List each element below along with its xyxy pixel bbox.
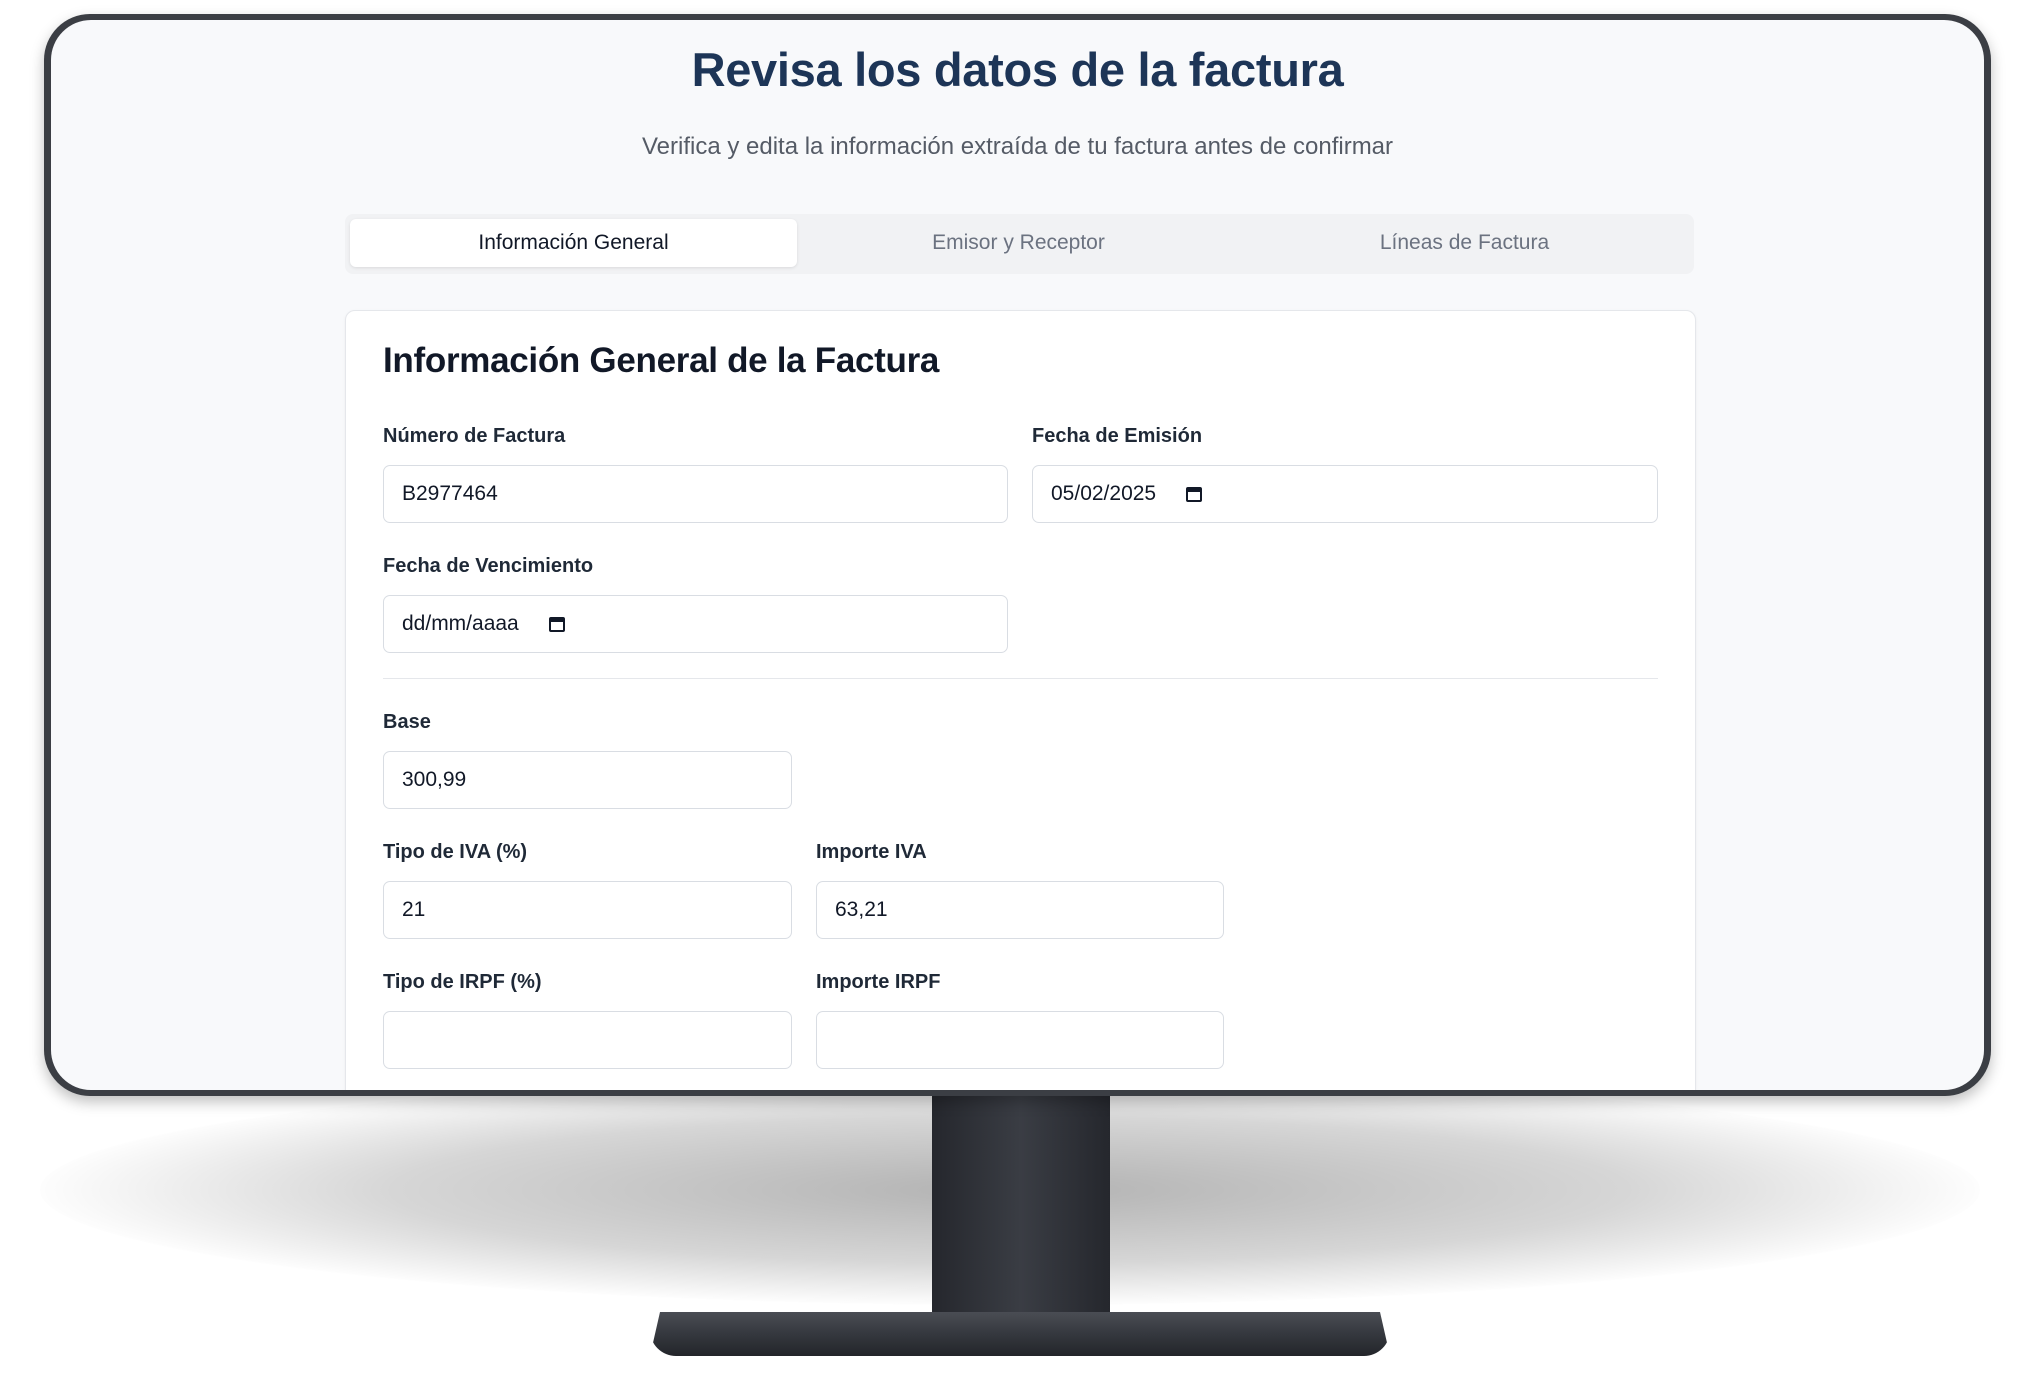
monitor-stand-base xyxy=(650,1312,1390,1356)
monitor-screen: Revisa los datos de la factura Verifica … xyxy=(51,20,1984,1090)
due-date-input[interactable]: dd/mm/aaaa xyxy=(383,595,1008,653)
section-divider xyxy=(383,678,1658,679)
issue-date-input[interactable]: 05/02/2025 xyxy=(1032,465,1658,523)
due-date-label: Fecha de Vencimiento xyxy=(383,555,594,577)
tab-emisor-receptor[interactable]: Emisor y Receptor xyxy=(795,219,1242,267)
invoice-general-card: Información General de la Factura Número… xyxy=(345,310,1696,1090)
irpf-rate-input[interactable] xyxy=(383,1011,792,1069)
irpf-amount-input[interactable] xyxy=(816,1011,1224,1069)
vat-rate-input[interactable] xyxy=(383,881,792,939)
tab-bar: Información General Emisor y Receptor Lí… xyxy=(345,214,1694,274)
vat-amount-label: Importe IVA xyxy=(816,841,927,863)
scene: Revisa los datos de la factura Verifica … xyxy=(0,0,2020,1396)
page-subtitle: Verifica y edita la información extraída… xyxy=(641,133,1394,160)
due-date-value: dd/mm/aaaa xyxy=(402,612,519,635)
invoice-number-input[interactable] xyxy=(383,465,1008,523)
vat-amount-input[interactable] xyxy=(816,881,1224,939)
calendar-icon[interactable] xyxy=(548,616,565,632)
calendar-icon[interactable] xyxy=(1186,486,1203,502)
monitor-stand-neck xyxy=(932,1090,1110,1334)
issue-date-value: 05/02/2025 xyxy=(1051,482,1157,505)
tab-informacion-general[interactable]: Información General xyxy=(350,219,797,267)
vat-rate-label: Tipo de IVA (%) xyxy=(383,841,528,863)
invoice-number-label: Número de Factura xyxy=(383,425,566,447)
irpf-rate-label: Tipo de IRPF (%) xyxy=(383,971,542,993)
page-title: Revisa los datos de la factura xyxy=(691,43,1344,96)
issue-date-label: Fecha de Emisión xyxy=(1032,425,1203,447)
base-label: Base xyxy=(383,711,431,733)
card-title: Información General de la Factura xyxy=(383,341,940,380)
base-input[interactable] xyxy=(383,751,792,809)
irpf-amount-label: Importe IRPF xyxy=(816,971,941,993)
tab-lineas-factura[interactable]: Líneas de Factura xyxy=(1241,219,1688,267)
